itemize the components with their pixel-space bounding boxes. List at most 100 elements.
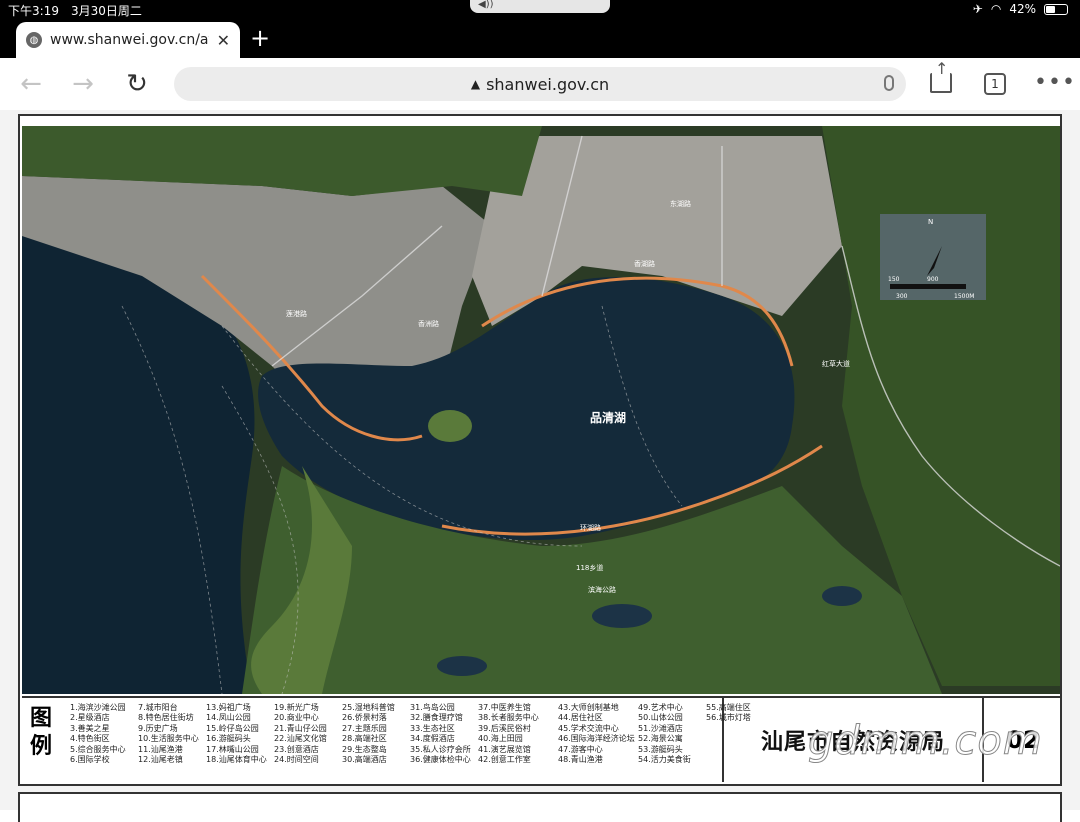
legend-item: 6.国际学校 — [70, 755, 110, 765]
legend-item: 1.海滨沙滩公园 — [70, 703, 126, 712]
scale-value-4: 1500M — [954, 293, 974, 300]
status-date: 3月30日周二 — [70, 4, 142, 18]
road-label-118: 118乡道 — [576, 563, 603, 572]
legend-item: 14.凤山公园 — [206, 713, 251, 723]
reload-button[interactable]: ↻ — [122, 69, 152, 99]
legend-item: 37.中医养生馆 — [478, 703, 531, 712]
legend-item: 28.高端社区 — [342, 734, 387, 744]
road-label-xianghu: 香湖路 — [634, 259, 655, 268]
road-label-huanhu: 环湖路 — [580, 523, 601, 532]
legend-item: 38.长者服务中心 — [478, 713, 539, 723]
scale-value-2: 900 — [927, 276, 939, 283]
legend-column: 31.鸟岛公园 32.膳食理疗馆 33.生态社区 34.度假酒店 35.私人诊疗会所 36… — [410, 703, 476, 765]
volume-indicator: ◀)) — [470, 0, 610, 13]
legend-item: 40.海上田园 — [478, 734, 523, 744]
legend-column: 43.大师创制基地 44.居住社区 45.学术交流中心 46.国际海洋经济论坛 47.游… — [558, 703, 636, 765]
battery-percent: 42% — [1009, 2, 1036, 16]
legend-column: 1.海滨沙滩公园 2.星级酒店 3.善美之星 4.特色街区 5.综合服务中心 6.国际学校 — [70, 703, 136, 765]
legend-columns: 1.海滨沙滩公园 2.星级酒店 3.善美之星 4.特色街区 5.综合服务中心 6.国际学校… — [70, 703, 772, 765]
share-button[interactable] — [930, 59, 952, 93]
plan-sheet: N 150 900 300 1500M 品清湖 香洲路 香湖路 东湖路 红草大道… — [18, 114, 1062, 786]
legend-item: 25.湿地科普馆 — [342, 703, 395, 712]
legend-column: 49.艺术中心 50.山体公园 51.沙滩酒店 52.海景公寓 53.游艇码头 54.活力… — [638, 703, 704, 765]
legend-title: 图例 — [30, 705, 53, 759]
legend-item: 23.创意酒店 — [274, 744, 319, 754]
airplane-icon: ✈ — [972, 2, 983, 16]
legend-item: 30.高端酒店 — [342, 755, 387, 765]
legend-item: 22.汕尾文化馆 — [274, 734, 327, 744]
globe-icon: ◍ — [26, 32, 42, 48]
legend-item: 10.生活服务中心 — [138, 734, 199, 744]
legend-item: 29.生态整岛 — [342, 744, 387, 754]
road-label-liangang: 莲港路 — [286, 309, 307, 318]
legend-item: 48.青山渔港 — [558, 755, 603, 765]
legend-item: 32.膳食理疗馆 — [410, 713, 463, 723]
satellite-map[interactable]: N 150 900 300 1500M 品清湖 香洲路 香湖路 东湖路 红草大道… — [22, 126, 1060, 694]
legend-item: 17.林嘴山公园 — [206, 744, 259, 754]
page-content[interactable]: N 150 900 300 1500M 品清湖 香洲路 香湖路 东湖路 红草大道… — [0, 110, 1080, 822]
legend-item: 54.活力美食街 — [638, 755, 691, 765]
more-menu-icon[interactable]: ••• — [1034, 70, 1076, 95]
legend-item: 24.时间空间 — [274, 755, 319, 765]
scale-value-1: 150 — [888, 276, 900, 283]
address-bar[interactable]: ▲ shanwei.gov.cn — [174, 67, 906, 101]
legend-item: 21.青山仔公园 — [274, 723, 327, 733]
legend-item: 50.山体公园 — [638, 713, 683, 723]
legend-item: 18.汕尾体育中心 — [206, 755, 267, 765]
watermark: gdmm.com — [808, 718, 1043, 765]
legend-item: 16.游艇码头 — [206, 734, 251, 744]
status-bar: 下午3:19 3月30日周二 ◀)) ✈ ◠ 42% — [0, 0, 1080, 20]
legend-item: 8.特色居住街坊 — [138, 713, 194, 723]
tab-title: www.shanwei.gov.cn/att — [50, 32, 209, 48]
legend-item: 36.健康体检中心 — [410, 755, 471, 765]
legend-item: 35.私人诊疗会所 — [410, 744, 471, 754]
legend: 图例 1.海滨沙滩公园 2.星级酒店 3.善美之星 4.特色街区 5.综合服务中心 6.国… — [22, 696, 751, 782]
wifi-icon: ◠ — [990, 2, 1002, 16]
mic-icon[interactable] — [884, 75, 894, 91]
tab-strip: ◍ www.shanwei.gov.cn/att ✕ + — [0, 20, 1080, 58]
legend-column: 25.湿地科普馆 26.侨景村落 27.主题乐园 28.高端社区 29.生态整岛 30.高… — [342, 703, 408, 765]
forward-button[interactable]: → — [68, 69, 98, 99]
legend-item: 53.游艇码头 — [638, 744, 683, 754]
road-label-xiangzhou: 香洲路 — [418, 319, 439, 328]
legend-item: 12.汕尾老镇 — [138, 755, 183, 765]
legend-item: 15.岭仔岛公园 — [206, 723, 259, 733]
legend-item: 20.商业中心 — [274, 713, 319, 723]
legend-item: 49.艺术中心 — [638, 703, 683, 712]
status-time: 下午3:19 — [8, 4, 59, 18]
legend-item: 45.学术交流中心 — [558, 723, 619, 733]
browser-tab[interactable]: ◍ www.shanwei.gov.cn/att ✕ — [16, 22, 240, 58]
legend-item: 47.游客中心 — [558, 744, 603, 754]
back-button[interactable]: ← — [16, 69, 46, 99]
new-tab-button[interactable]: + — [250, 26, 270, 50]
legend-item: 31.鸟岛公园 — [410, 703, 455, 712]
legend-column: 7.城市阳台 8.特色居住街坊 9.历史广场 10.生活服务中心 11.汕尾渔港 12.汕… — [138, 703, 204, 765]
legend-item: 33.生态社区 — [410, 723, 455, 733]
legend-item: 46.国际海洋经济论坛 — [558, 734, 635, 744]
legend-item: 43.大师创制基地 — [558, 703, 619, 712]
legend-item: 51.沙滩酒店 — [638, 723, 683, 733]
legend-item: 7.城市阳台 — [138, 703, 178, 712]
scale-value-3: 300 — [896, 293, 908, 300]
legend-item: 13.妈祖广场 — [206, 703, 251, 712]
browser-toolbar: ← → ↻ ▲ shanwei.gov.cn 1 ••• — [0, 58, 1080, 110]
legend-item: 9.历史广场 — [138, 723, 178, 733]
legend-item: 41.演艺展览馆 — [478, 744, 531, 754]
road-label-binhai: 滨海公路 — [588, 585, 616, 594]
legend-item: 52.海景公寓 — [638, 734, 683, 744]
legend-item: 27.主题乐园 — [342, 723, 387, 733]
road-label-hongcao: 红草大道 — [822, 359, 850, 368]
close-tab-icon[interactable]: ✕ — [217, 31, 230, 50]
speaker-icon: ◀)) — [478, 0, 494, 10]
tab-count-button[interactable]: 1 — [984, 73, 1006, 95]
legend-item: 42.创意工作室 — [478, 755, 531, 765]
legend-item: 5.综合服务中心 — [70, 744, 126, 754]
map-graphic: N 150 900 300 1500M 品清湖 香洲路 香湖路 东湖路 红草大道… — [22, 126, 1060, 694]
address-text: shanwei.gov.cn — [486, 74, 610, 94]
legend-item: 4.特色街区 — [70, 734, 110, 744]
legend-item: 3.善美之星 — [70, 723, 110, 733]
legend-column: 13.妈祖广场 14.凤山公园 15.岭仔岛公园 16.游艇码头 17.林嘴山公园 18.… — [206, 703, 272, 765]
road-label-donghu: 东湖路 — [670, 199, 691, 208]
lake-label: 品清湖 — [590, 410, 626, 425]
north-label: N — [928, 218, 933, 226]
